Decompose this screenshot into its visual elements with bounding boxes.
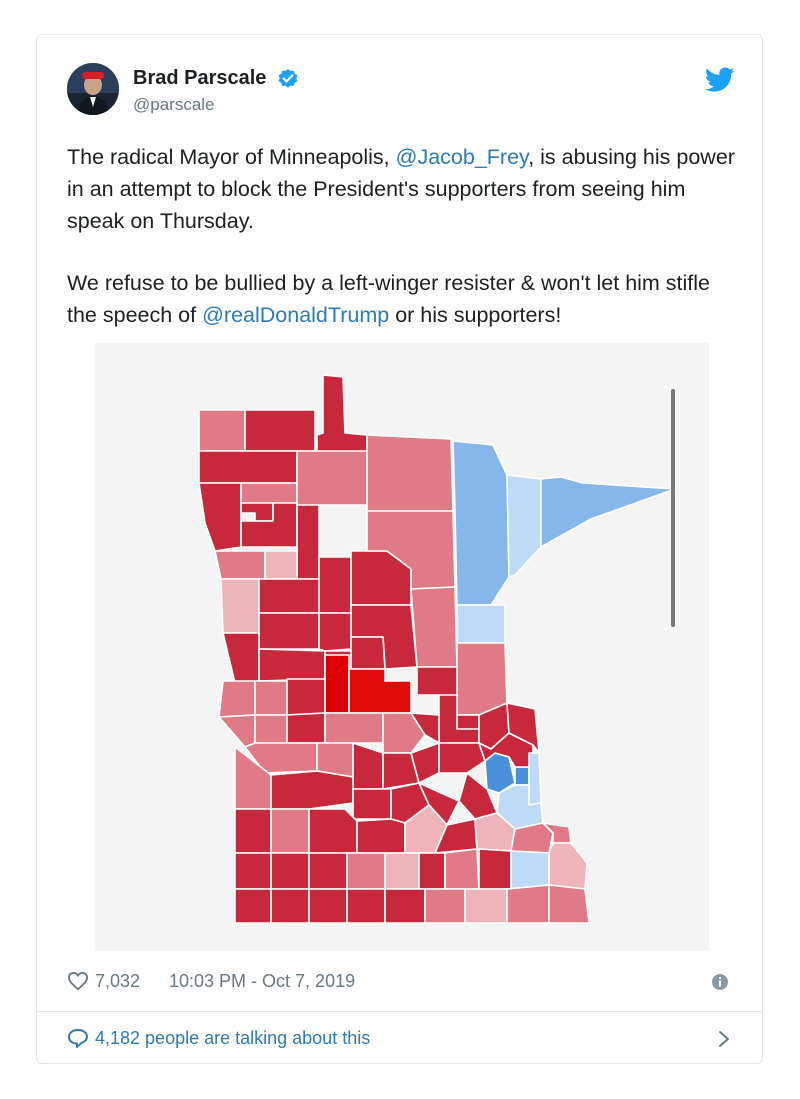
- county: [464, 888, 508, 924]
- mention-jacob-frey[interactable]: @Jacob_Frey: [396, 145, 529, 169]
- county: [214, 550, 266, 580]
- county: [234, 808, 272, 854]
- county: [418, 852, 446, 890]
- county: [346, 888, 386, 924]
- county: [410, 586, 458, 668]
- county: [506, 884, 550, 924]
- county: [286, 712, 326, 744]
- county: [452, 440, 510, 606]
- info-icon[interactable]: [711, 973, 729, 991]
- tweet-meta: 7,032 10:03 PM - Oct 7, 2019: [67, 969, 735, 997]
- speech-bubble-icon: [67, 1027, 89, 1049]
- county: [296, 504, 320, 580]
- county: [264, 550, 298, 580]
- county: [258, 648, 326, 682]
- county: [324, 712, 384, 744]
- county: [270, 770, 354, 810]
- county: [318, 612, 352, 652]
- county: [346, 852, 386, 890]
- like-count[interactable]: 7,032: [95, 971, 140, 992]
- county: [548, 884, 590, 924]
- county: [270, 808, 310, 854]
- author-handle[interactable]: @parscale: [133, 95, 215, 115]
- county-ramsey: [514, 766, 530, 786]
- county: [270, 852, 310, 890]
- divider: [37, 1011, 762, 1012]
- tweet-card: Brad Parscale @parscale The radical Mayo…: [36, 34, 763, 1064]
- county: [444, 848, 480, 890]
- county: [308, 808, 358, 854]
- conversation-link[interactable]: 4,182 people are talking about this: [67, 1025, 735, 1055]
- county: [528, 752, 542, 806]
- county: [220, 578, 260, 634]
- county: [366, 434, 454, 512]
- county: [350, 636, 386, 670]
- county: [198, 450, 298, 484]
- county: [478, 848, 512, 890]
- avatar[interactable]: [67, 63, 119, 115]
- county: [456, 714, 480, 730]
- county: [286, 678, 326, 716]
- county: [308, 852, 348, 890]
- tweet-timestamp[interactable]: 10:03 PM - Oct 7, 2019: [169, 971, 355, 992]
- paragraph-1-pre: The radical Mayor of Minneapolis,: [67, 145, 396, 169]
- county: [324, 654, 350, 714]
- county: [254, 714, 288, 744]
- tweet-paragraph-2: We refuse to be bullied by a left-winger…: [67, 267, 737, 331]
- county: [244, 409, 316, 452]
- county: [456, 642, 508, 716]
- county: [234, 852, 272, 890]
- chevron-right-icon[interactable]: [717, 1029, 731, 1049]
- tweet-text: The radical Mayor of Minneapolis, @Jacob…: [67, 141, 737, 361]
- county: [234, 888, 272, 924]
- heart-icon[interactable]: [67, 971, 89, 991]
- county: [424, 888, 466, 924]
- county: [258, 578, 320, 614]
- tweet-paragraph-1: The radical Mayor of Minneapolis, @Jacob…: [67, 141, 737, 237]
- twitter-bird-icon[interactable]: [704, 67, 735, 93]
- county: [218, 680, 256, 718]
- county: [352, 788, 392, 820]
- county: [270, 888, 310, 924]
- mention-realdonaldtrump[interactable]: @realDonaldTrump: [202, 303, 389, 327]
- author-name[interactable]: Brad Parscale: [133, 67, 266, 90]
- county: [240, 482, 298, 504]
- county: [318, 556, 352, 614]
- county: [510, 850, 550, 890]
- county: [384, 888, 426, 924]
- county: [198, 409, 246, 452]
- map-scrollbar[interactable]: [671, 389, 675, 627]
- county: [356, 818, 406, 854]
- tweet-media-map[interactable]: [95, 343, 709, 951]
- minnesota-county-map: [95, 343, 709, 951]
- county: [456, 604, 506, 644]
- county: [308, 888, 348, 924]
- verified-badge-icon: [277, 68, 299, 90]
- tweet-header: Brad Parscale @parscale: [67, 63, 735, 119]
- county: [258, 612, 320, 650]
- talking-count-label: 4,182 people are talking about this: [95, 1028, 371, 1048]
- county: [254, 680, 288, 716]
- county: [384, 852, 420, 890]
- paragraph-2-post: or his supporters!: [389, 303, 562, 327]
- author-name-group: Brad Parscale: [133, 67, 299, 90]
